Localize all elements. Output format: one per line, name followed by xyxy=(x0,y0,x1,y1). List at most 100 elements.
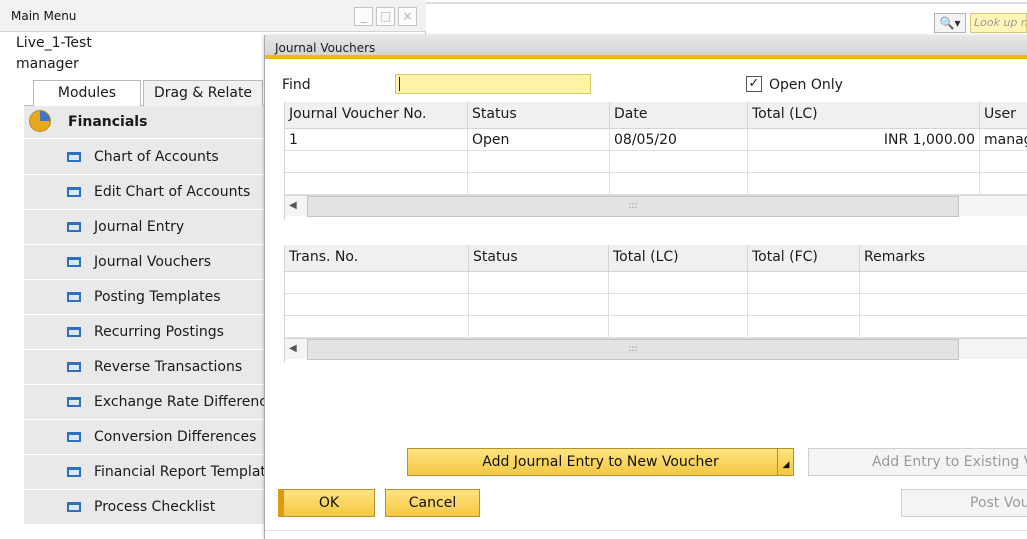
button-label: Add Journal Entry to New Voucher xyxy=(482,454,719,470)
table-cell[interactable] xyxy=(980,151,1027,173)
window-icon xyxy=(67,187,81,197)
text-caret xyxy=(399,77,400,91)
table-cell[interactable] xyxy=(610,151,748,173)
user-name: manager xyxy=(16,56,79,72)
scroll-left-icon[interactable]: ◀ xyxy=(289,343,297,354)
table-cell[interactable] xyxy=(980,173,1027,195)
menu-item-recurring-postings[interactable]: Recurring Postings xyxy=(24,315,264,350)
table-cell[interactable] xyxy=(469,294,609,316)
window-icon xyxy=(67,432,81,442)
table-cell[interactable]: INR 1,000.00 xyxy=(748,129,980,151)
module-header-financials[interactable]: Financials xyxy=(24,106,264,139)
add-to-new-voucher-button[interactable]: Add Journal Entry to New Voucher ◢ xyxy=(407,448,794,476)
menu-item-financial-report-templates[interactable]: Financial Report Templates xyxy=(24,455,282,490)
menu-item-label: Journal Vouchers xyxy=(94,254,212,270)
column-header-total-lc[interactable]: Total (LC) xyxy=(609,245,748,272)
tab-drag-relate[interactable]: Drag & Relate xyxy=(143,80,263,106)
open-only-checkbox[interactable]: ✓ xyxy=(746,76,762,92)
window-icon xyxy=(67,397,81,407)
horizontal-scrollbar[interactable]: ◀ ::: xyxy=(285,338,1027,360)
table-cell[interactable] xyxy=(748,272,860,294)
menu-item-label: Edit Chart of Accounts xyxy=(94,184,251,200)
table-cell[interactable] xyxy=(748,151,980,173)
table-cell[interactable]: Open xyxy=(468,129,610,151)
menu-item-process-checklist[interactable]: Process Checklist xyxy=(24,490,264,525)
menu-item-label: Journal Entry xyxy=(94,219,185,235)
table-cell[interactable] xyxy=(469,316,609,338)
window-icon xyxy=(67,152,81,162)
menu-item-label: Exchange Rate Differences xyxy=(94,394,283,410)
column-header-remarks[interactable]: Remarks xyxy=(860,245,1027,272)
menu-item-chart-of-accounts[interactable]: Chart of Accounts xyxy=(24,140,264,175)
table-cell[interactable] xyxy=(468,151,610,173)
column-header-trans-no[interactable]: Trans. No. xyxy=(285,245,469,272)
menu-item-label: Posting Templates xyxy=(94,289,221,305)
column-header-total-lc[interactable]: Total (LC) xyxy=(748,102,980,129)
maximize-button[interactable]: □ xyxy=(376,7,395,26)
minimize-button[interactable]: _ xyxy=(354,7,373,26)
add-to-existing-voucher-button[interactable]: Add Entry to Existing Voucher xyxy=(808,448,1027,476)
scroll-left-icon[interactable]: ◀ xyxy=(289,200,297,211)
close-button[interactable]: × xyxy=(398,7,417,26)
table-cell[interactable] xyxy=(285,151,468,173)
search-button[interactable]: 🔍▾ xyxy=(934,13,966,33)
menu-item-edit-chart-of-accounts[interactable]: Edit Chart of Accounts xyxy=(24,175,264,210)
dropdown-arrow-icon[interactable]: ◢ xyxy=(777,449,794,475)
main-menu-titlebar[interactable]: Main Menu _ □ × xyxy=(0,0,426,32)
table-cell[interactable] xyxy=(610,173,748,195)
window-icon xyxy=(67,222,81,232)
table-cell[interactable] xyxy=(285,272,469,294)
menu-item-label: Financial Report Templates xyxy=(94,464,282,480)
menu-item-label: Conversion Differences xyxy=(94,429,257,445)
menu-item-posting-templates[interactable]: Posting Templates xyxy=(24,280,264,315)
ok-button[interactable]: OK xyxy=(278,489,375,517)
scrollbar-thumb[interactable]: ::: xyxy=(307,196,959,217)
table-cell[interactable] xyxy=(285,316,469,338)
column-header-user[interactable]: User xyxy=(980,102,1027,129)
table-cell[interactable] xyxy=(609,316,748,338)
window-icon xyxy=(67,292,81,302)
journal-vouchers-titlebar[interactable]: Journal Vouchers xyxy=(265,35,1027,59)
table-cell[interactable] xyxy=(285,294,469,316)
column-header-date[interactable]: Date xyxy=(610,102,748,129)
menu-item-exchange-rate-differences[interactable]: Exchange Rate Differences xyxy=(24,385,283,420)
workspace-top-border xyxy=(426,2,1027,4)
column-header-status[interactable]: Status xyxy=(468,102,610,129)
column-header-voucher-no[interactable]: Journal Voucher No. xyxy=(285,102,468,129)
module-list: Financials Chart of Accounts Edit Chart … xyxy=(24,106,283,525)
tab-modules[interactable]: Modules xyxy=(33,80,141,107)
open-only-label: Open Only xyxy=(769,77,843,93)
company-name: Live_1-Test xyxy=(16,35,92,51)
horizontal-scrollbar[interactable]: ◀ ::: xyxy=(285,195,1027,217)
table-cell[interactable] xyxy=(748,173,980,195)
menu-item-journal-vouchers[interactable]: Journal Vouchers xyxy=(24,245,264,280)
table-cell[interactable] xyxy=(285,173,468,195)
column-header-status[interactable]: Status xyxy=(469,245,609,272)
menu-item-label: Chart of Accounts xyxy=(94,149,219,165)
table-cell[interactable]: 1 xyxy=(285,129,468,151)
menu-item-reverse-transactions[interactable]: Reverse Transactions xyxy=(24,350,264,385)
column-header-total-fc[interactable]: Total (FC) xyxy=(748,245,860,272)
window-icon xyxy=(67,327,81,337)
menu-lookup-input[interactable]: Look up menu xyxy=(970,13,1027,33)
pie-chart-icon xyxy=(29,110,51,132)
table-cell[interactable]: 08/05/20 xyxy=(610,129,748,151)
menu-item-label: Reverse Transactions xyxy=(94,359,243,375)
table-cell[interactable] xyxy=(468,173,610,195)
table-cell[interactable] xyxy=(860,272,1027,294)
table-cell[interactable] xyxy=(748,316,860,338)
window-icon xyxy=(67,502,81,512)
table-cell[interactable] xyxy=(469,272,609,294)
table-cell[interactable] xyxy=(748,294,860,316)
table-cell[interactable]: manager xyxy=(980,129,1027,151)
cancel-button[interactable]: Cancel xyxy=(385,489,480,517)
menu-item-journal-entry[interactable]: Journal Entry xyxy=(24,210,264,245)
post-voucher-button[interactable]: Post Voucher xyxy=(901,489,1027,517)
table-cell[interactable] xyxy=(609,294,748,316)
table-cell[interactable] xyxy=(609,272,748,294)
scrollbar-thumb[interactable]: ::: xyxy=(307,339,959,360)
menu-item-conversion-differences[interactable]: Conversion Differences xyxy=(24,420,264,455)
table-cell[interactable] xyxy=(860,316,1027,338)
table-cell[interactable] xyxy=(860,294,1027,316)
find-input[interactable] xyxy=(395,74,591,94)
